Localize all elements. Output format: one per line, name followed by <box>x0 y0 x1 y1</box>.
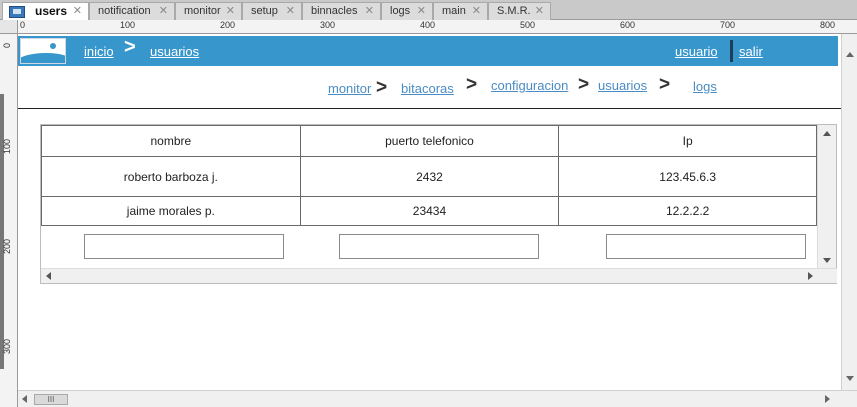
close-icon[interactable]: ✕ <box>226 3 235 19</box>
table-vertical-scrollbar[interactable] <box>817 125 836 269</box>
scroll-left-icon[interactable] <box>22 395 27 403</box>
tab-logs[interactable]: logs ✕ <box>381 2 433 20</box>
ruler-label: 400 <box>420 20 436 30</box>
scroll-left-icon[interactable] <box>46 272 51 280</box>
table-horizontal-scrollbar[interactable] <box>41 268 837 283</box>
chevron-right-icon: > <box>376 77 388 98</box>
salir-link[interactable]: salir <box>739 44 763 59</box>
scroll-right-icon[interactable] <box>808 272 813 280</box>
usuario-link[interactable]: usuario <box>675 44 718 59</box>
ruler-label: 700 <box>720 20 736 30</box>
ruler-label: 100 <box>2 138 12 154</box>
nav-configuracion-link[interactable]: configuracion <box>491 78 568 93</box>
tab-main[interactable]: main ✕ <box>433 2 488 20</box>
close-icon[interactable]: ✕ <box>286 3 295 19</box>
ruler-label: 200 <box>220 20 236 30</box>
chevron-right-icon: > <box>578 74 590 95</box>
nav-monitor-link[interactable]: monitor <box>328 81 371 96</box>
column-header-puerto[interactable]: puerto telefonico <box>299 125 560 157</box>
close-icon[interactable]: ✕ <box>535 3 544 19</box>
table-cell: 23434 <box>299 196 560 226</box>
scroll-thumb[interactable]: III <box>34 394 68 405</box>
divider <box>730 40 733 62</box>
app-icon <box>9 6 25 18</box>
column-header-ip[interactable]: Ip <box>558 125 817 157</box>
new-row-inputs <box>41 234 817 261</box>
close-icon[interactable]: ✕ <box>417 3 426 19</box>
design-canvas: inicio > usuarios usuario salir monitor … <box>18 34 841 390</box>
chevron-right-icon: > <box>124 36 136 58</box>
tab-binnacles[interactable]: binnacles ✕ <box>302 2 381 20</box>
horizontal-ruler: 0 100 200 300 400 500 600 700 800 <box>18 20 857 34</box>
ruler-label: 300 <box>2 338 12 354</box>
tab-label: S.M.R. <box>497 5 531 17</box>
usuarios-breadcrumb-link[interactable]: usuarios <box>150 44 199 59</box>
nav-usuarios-link[interactable]: usuarios <box>598 78 647 93</box>
scroll-down-icon[interactable] <box>846 376 854 381</box>
close-icon[interactable]: ✕ <box>73 3 82 19</box>
scroll-down-icon[interactable] <box>823 258 831 263</box>
tab-label: main <box>442 5 466 17</box>
ruler-label: 0 <box>20 20 26 30</box>
close-icon[interactable]: ✕ <box>159 3 168 19</box>
ruler-label: 300 <box>320 20 336 30</box>
tab-label: setup <box>251 5 278 17</box>
tab-label: users <box>35 4 68 18</box>
ip-input[interactable] <box>606 234 806 259</box>
scroll-up-icon[interactable] <box>846 52 854 57</box>
tab-setup[interactable]: setup ✕ <box>242 2 302 20</box>
ruler-label: 100 <box>120 20 136 30</box>
close-icon[interactable]: ✕ <box>472 3 481 19</box>
app-header: inicio > usuarios usuario salir <box>18 36 838 66</box>
ruler-corner <box>0 20 18 34</box>
table-cell: 2432 <box>299 156 560 197</box>
tab-notification[interactable]: notification ✕ <box>89 2 175 20</box>
users-table-container: nombre puerto telefonico Ip roberto barb… <box>40 124 837 284</box>
table-cell: jaime morales p. <box>41 196 301 226</box>
tab-bar: users ✕ notification ✕ monitor ✕ setup ✕… <box>0 0 857 21</box>
table-cell: roberto barboza j. <box>41 156 301 197</box>
tab-label: logs <box>390 5 411 17</box>
tab-label: binnacles <box>311 5 358 17</box>
tab-label: monitor <box>184 5 221 17</box>
table-row[interactable]: jaime morales p. 23434 12.2.2.2 <box>41 196 817 226</box>
nombre-input[interactable] <box>84 234 284 259</box>
scroll-up-icon[interactable] <box>823 131 831 136</box>
vertical-ruler: 0 100 200 300 <box>0 34 18 407</box>
tab-label: notification <box>98 5 151 17</box>
table-header-row: nombre puerto telefonico Ip <box>41 125 817 157</box>
nav-logs-link[interactable]: logs <box>693 79 717 94</box>
column-header-nombre[interactable]: nombre <box>41 125 301 157</box>
ruler-label: 0 <box>2 42 12 48</box>
page-vertical-scrollbar[interactable] <box>841 34 857 390</box>
users-table: nombre puerto telefonico Ip roberto barb… <box>41 125 817 226</box>
table-row[interactable]: roberto barboza j. 2432 123.45.6.3 <box>41 156 817 197</box>
divider-line <box>18 108 841 109</box>
page-horizontal-scrollbar[interactable]: III <box>18 390 857 407</box>
table-cell: 123.45.6.3 <box>558 156 817 197</box>
logo-image-icon <box>20 38 66 64</box>
nav-bitacoras-link[interactable]: bitacoras <box>401 81 454 96</box>
inicio-link[interactable]: inicio <box>84 44 114 59</box>
tab-users[interactable]: users ✕ <box>2 2 89 21</box>
ruler-selection-bar <box>0 94 4 369</box>
chevron-right-icon: > <box>466 74 478 95</box>
ruler-label: 200 <box>2 238 12 254</box>
chevron-right-icon: > <box>659 74 671 95</box>
puerto-input[interactable] <box>339 234 539 259</box>
tab-smr[interactable]: S.M.R. ✕ <box>488 2 551 20</box>
scroll-right-icon[interactable] <box>825 395 830 403</box>
secondary-nav: monitor > bitacoras > configuracion > us… <box>18 74 841 99</box>
tab-monitor[interactable]: monitor ✕ <box>175 2 242 20</box>
ruler-label: 800 <box>820 20 836 30</box>
table-cell: 12.2.2.2 <box>558 196 817 226</box>
close-icon[interactable]: ✕ <box>365 3 374 19</box>
ruler-label: 600 <box>620 20 636 30</box>
ruler-label: 500 <box>520 20 536 30</box>
